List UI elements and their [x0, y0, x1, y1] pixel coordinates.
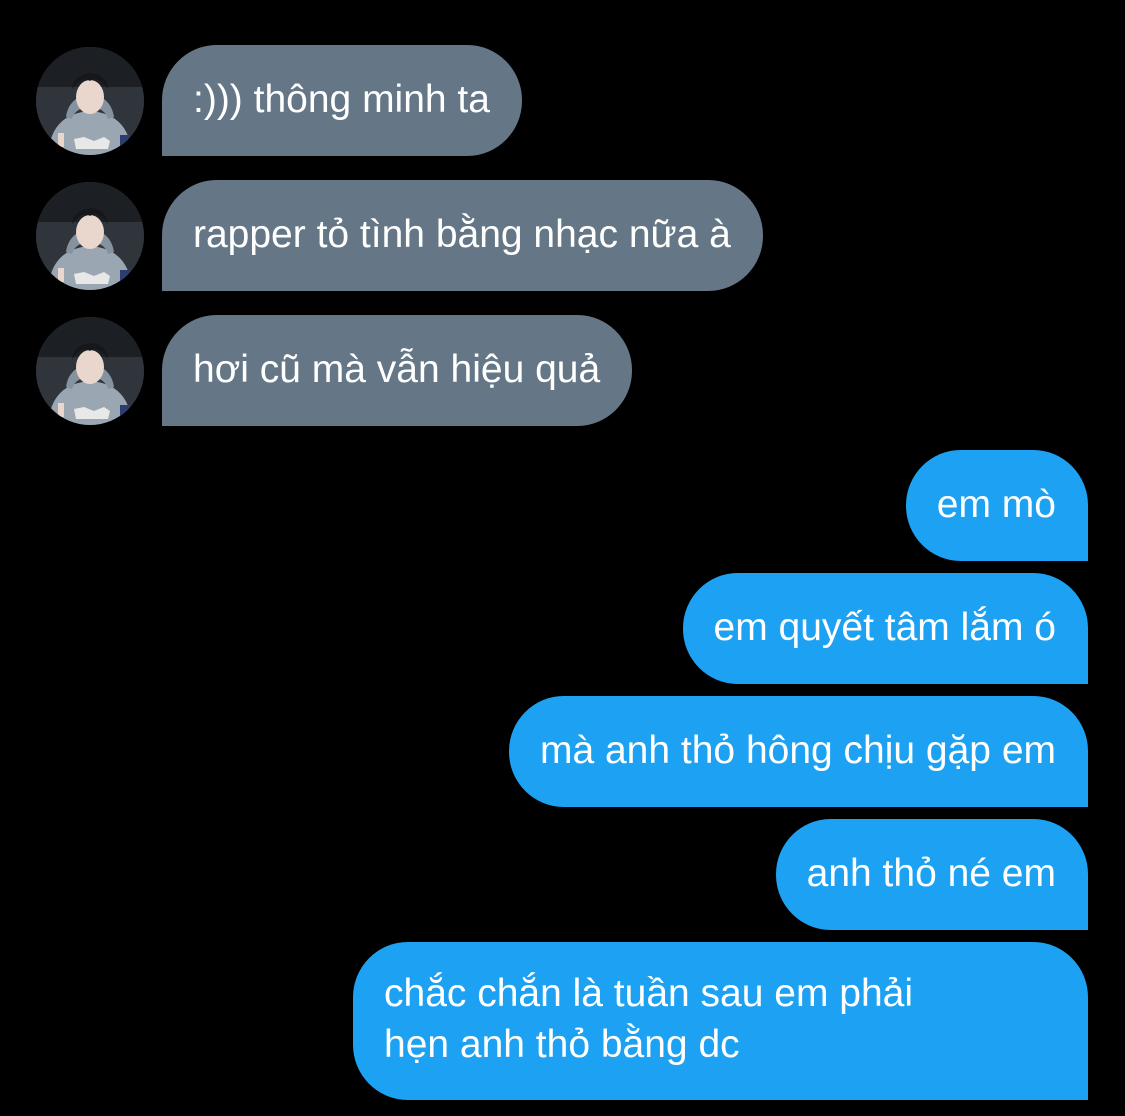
message-text: em quyết tâm lắm ó	[713, 606, 1056, 649]
message-text-line: chắc chắn là tuần sau em phải	[384, 972, 914, 1015]
message-text: anh thỏ né em	[806, 852, 1056, 895]
message-text: rapper tỏ tình bằng nhạc nữa à	[193, 213, 731, 256]
outgoing-message-bubble[interactable]: em quyết tâm lắm ó	[682, 573, 1088, 684]
message-text: hơi cũ mà vẫn hiệu quả	[193, 348, 601, 391]
outgoing-message-bubble[interactable]: chắc chắn là tuần sau em phải hẹn anh th…	[353, 942, 1088, 1100]
contact-avatar[interactable]	[36, 182, 144, 290]
message-text: :))) thông minh ta	[193, 78, 490, 121]
profile-photo-icon	[36, 182, 144, 290]
outgoing-message-bubble[interactable]: em mò	[905, 450, 1088, 561]
incoming-message-bubble[interactable]: hơi cũ mà vẫn hiệu quả	[162, 315, 633, 426]
message-text: em mò	[936, 483, 1056, 526]
contact-avatar[interactable]	[36, 47, 144, 155]
outgoing-message-bubble[interactable]: anh thỏ né em	[775, 819, 1088, 930]
message-text: mà anh thỏ hông chịu gặp em	[539, 729, 1056, 772]
profile-photo-icon	[36, 317, 144, 425]
profile-photo-icon	[36, 47, 144, 155]
outgoing-message-bubble[interactable]: mà anh thỏ hông chịu gặp em	[508, 696, 1088, 807]
incoming-message-bubble[interactable]: :))) thông minh ta	[162, 45, 522, 156]
contact-avatar[interactable]	[36, 317, 144, 425]
message-text-line: hẹn anh thỏ bằng dc	[384, 1023, 740, 1066]
incoming-message-bubble[interactable]: rapper tỏ tình bằng nhạc nữa à	[162, 180, 763, 291]
